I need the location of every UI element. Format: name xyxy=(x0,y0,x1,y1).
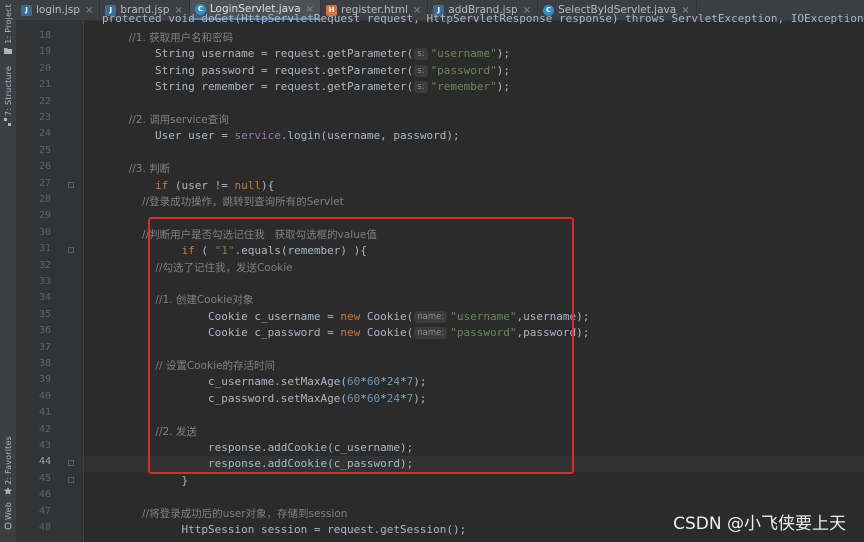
parameter-hint: s: xyxy=(414,81,428,94)
tool-tab-label: Web xyxy=(3,502,13,521)
line-number: 48 xyxy=(38,522,51,533)
code-token: //3. 判断 xyxy=(102,163,171,176)
tool-tab-structure[interactable]: 7: Structure xyxy=(0,66,16,128)
code-token: //1. 获取用户名和密码 xyxy=(102,32,234,44)
code-token: if xyxy=(102,178,175,192)
parameter-hint: s: xyxy=(414,64,428,77)
star-icon xyxy=(4,486,12,495)
tool-tab-web[interactable]: Web xyxy=(0,502,16,532)
fold-marker-icon[interactable] xyxy=(68,460,74,467)
code-token: String password = request.getParameter( xyxy=(102,63,414,77)
code-token: service xyxy=(234,129,281,143)
line-number: 35 xyxy=(38,308,51,320)
code-token: //登录成功操作，跳转到查询所有的Servlet xyxy=(102,196,344,208)
code-line: String remember = request.getParameter(s… xyxy=(102,79,510,95)
code-token: ); xyxy=(496,80,511,94)
tool-tab-star[interactable]: 2: Favorites xyxy=(0,436,16,497)
line-number: 29 xyxy=(38,210,51,222)
code-line: String password = request.getParameter(s… xyxy=(102,63,510,79)
line-number: 28 xyxy=(38,194,51,205)
fold-marker-icon[interactable] xyxy=(68,476,74,483)
line-number: 39 xyxy=(38,374,51,386)
code-token: ){ xyxy=(260,178,275,192)
code-token: //将登录成功后的user对象，存储到session xyxy=(102,507,348,520)
line-number: 24 xyxy=(38,128,51,140)
line-number: 19 xyxy=(38,46,51,58)
line-number: 33 xyxy=(38,276,51,287)
line-number: 22 xyxy=(38,95,51,107)
line-number: 38 xyxy=(38,358,51,369)
code-token: null xyxy=(234,178,261,192)
parameter-hint: s: xyxy=(414,48,428,61)
tool-tab-folder[interactable]: 1: Project xyxy=(0,4,16,56)
line-number: 21 xyxy=(38,79,51,91)
code-token: "password" xyxy=(430,63,497,77)
line-number: 36 xyxy=(38,325,51,337)
line-number: 34 xyxy=(38,292,51,304)
tab-login-jsp[interactable]: Jlogin.jsp × xyxy=(16,0,101,20)
line-number: 40 xyxy=(38,390,51,402)
code-line: //将登录成功后的user对象，存储到session xyxy=(102,506,347,522)
code-token: String username = request.getParameter( xyxy=(102,47,414,61)
folder-icon xyxy=(4,47,12,54)
code-line: //登录成功操作，跳转到查询所有的Servlet xyxy=(102,194,344,210)
partial-method-signature: protected void doGet(HttpServletRequest … xyxy=(102,12,864,25)
code-token: String remember = request.getParameter( xyxy=(102,80,414,94)
line-number: 43 xyxy=(38,440,51,451)
line-number: 37 xyxy=(38,341,51,353)
line-number: 47 xyxy=(38,505,51,517)
tool-window-bar: 1: Project 7: Structure 2: Favorites Web xyxy=(0,0,17,542)
line-number: 32 xyxy=(38,259,51,271)
line-number: 18 xyxy=(38,30,51,41)
line-number: 46 xyxy=(38,489,51,501)
close-icon[interactable]: × xyxy=(85,5,93,16)
code-line: //2. 调用service查询 xyxy=(102,112,229,128)
code-token: } xyxy=(102,473,189,487)
code-token: HttpSession session = request.getSession… xyxy=(102,523,467,536)
line-number: 20 xyxy=(38,62,51,74)
tool-tab-label: 2: Favorites xyxy=(3,436,13,485)
fold-marker-icon[interactable] xyxy=(68,181,74,188)
line-number: 31 xyxy=(38,243,51,255)
code-line: String username = request.getParameter(s… xyxy=(102,46,510,62)
line-number: 30 xyxy=(38,226,51,238)
code-line: //1. 获取用户名和密码 xyxy=(102,30,233,46)
web-icon xyxy=(4,522,12,530)
code-token: .login(username, password); xyxy=(280,129,460,143)
line-number: 25 xyxy=(38,144,51,156)
structure-icon xyxy=(4,117,11,126)
line-number: 44 xyxy=(38,456,51,468)
line-number-gutter: 18 19 20 21 22 23 24 25 26 27 28 29 30 31 32 33 34 35 36 37… xyxy=(17,21,83,542)
code-line: //3. 判断 xyxy=(102,161,170,177)
line-number: 26 xyxy=(38,161,51,173)
code-token: ); xyxy=(496,63,511,77)
fold-marker-icon[interactable] xyxy=(68,247,74,254)
code-token: ); xyxy=(496,47,511,61)
highlight-box xyxy=(148,217,574,474)
code-line: HttpSession session = request.getSession… xyxy=(102,522,466,538)
watermark: CSDN @小飞侠要上天 xyxy=(673,514,846,534)
code-token: "username" xyxy=(430,47,497,61)
code-token: "remember" xyxy=(430,80,497,94)
line-number: 23 xyxy=(38,112,51,123)
code-line: User user = service.login(username, pass… xyxy=(102,128,460,144)
line-number: 45 xyxy=(38,472,51,484)
code-token: //2. 调用service查询 xyxy=(102,114,229,126)
code-token: (user != xyxy=(174,178,235,192)
code-line: if (user != null){ xyxy=(102,178,274,194)
line-number: 27 xyxy=(38,177,51,189)
tool-tab-label: 7: Structure xyxy=(3,66,13,116)
jsp-file-icon: J xyxy=(21,4,32,16)
line-number: 42 xyxy=(38,423,51,435)
code-token: User user = xyxy=(102,129,235,143)
code-line: } xyxy=(102,473,188,489)
tool-tab-label: 1: Project xyxy=(3,4,13,44)
line-number: 41 xyxy=(38,407,51,419)
tab-label: login.jsp xyxy=(36,4,80,16)
